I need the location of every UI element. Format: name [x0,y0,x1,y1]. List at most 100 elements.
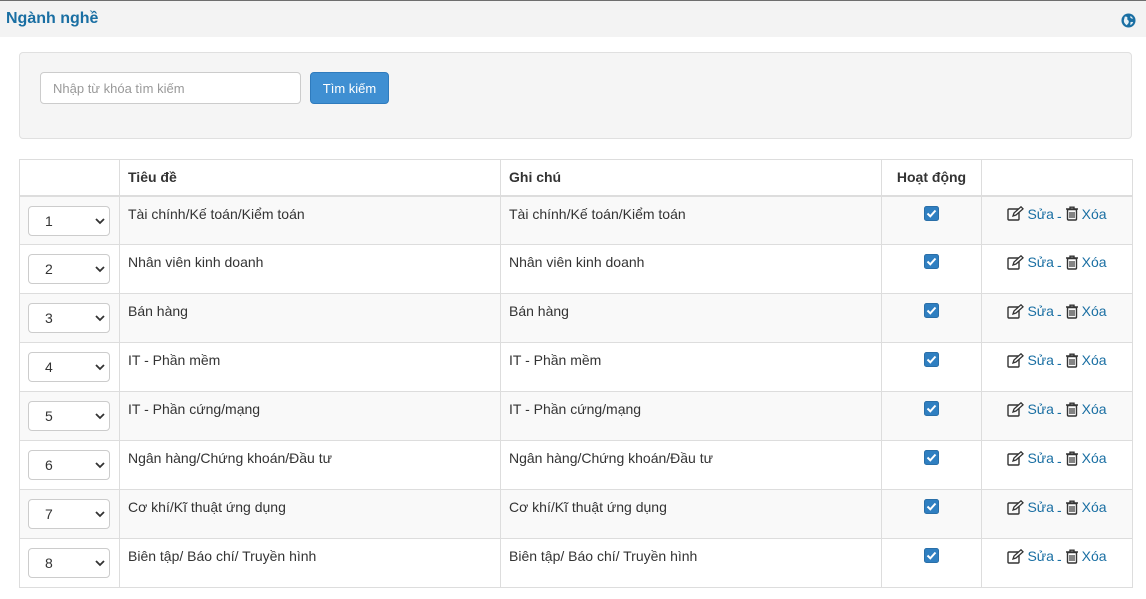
table-header-row: Tiêu đề Ghi chú Hoạt động [19,159,1133,197]
table-row: 3 Bán hàng Bán hàng Sửa - Xóa [19,293,1133,343]
edit-button[interactable]: Sửa [1007,401,1054,417]
delete-button[interactable]: Xóa [1065,401,1107,417]
column-header-note: Ghi chú [500,159,882,197]
trash-icon [1065,255,1078,270]
chevron-down-icon [95,364,105,371]
delete-button[interactable]: Xóa [1065,352,1107,368]
order-select[interactable]: 1 [28,205,110,236]
actions-cell: Sửa - Xóa [981,391,1133,441]
note-cell: Cơ khí/Kĩ thuật ứng dụng [500,489,882,539]
checkbox-checked-icon[interactable] [924,450,939,465]
order-select[interactable]: 6 [28,450,110,480]
order-cell: 4 [19,342,120,392]
order-select[interactable]: 4 [28,352,110,382]
delete-label: Xóa [1081,401,1107,417]
order-value: 2 [45,261,53,277]
active-cell [881,538,982,588]
edit-icon [1007,254,1025,270]
delete-button[interactable]: Xóa [1065,450,1107,466]
globe-icon[interactable] [1121,13,1136,28]
table-row: 4 IT - Phần mềm IT - Phần mềm Sửa - Xóa [19,342,1133,392]
edit-button[interactable]: Sửa [1007,548,1054,564]
edit-button[interactable]: Sửa [1007,303,1054,319]
delete-button[interactable]: Xóa [1065,499,1107,515]
checkbox-checked-icon[interactable] [924,205,939,221]
edit-button[interactable]: Sửa [1007,254,1054,270]
search-button[interactable]: Tìm kiếm [310,72,389,104]
edit-icon [1007,352,1025,368]
order-cell: 6 [19,440,120,490]
order-cell: 1 [19,195,120,245]
note-cell: IT - Phần cứng/mạng [500,391,882,441]
actions-cell: Sửa - Xóa [981,538,1133,588]
title-cell: Tài chính/Kế toán/Kiểm toán [119,195,501,245]
order-select[interactable]: 5 [28,401,110,431]
chevron-down-icon [95,217,105,224]
order-select[interactable]: 7 [28,499,110,529]
order-select[interactable]: 8 [28,548,110,578]
delete-label: Xóa [1081,254,1107,270]
checkbox-checked-icon[interactable] [924,548,939,563]
table-row: 7 Cơ khí/Kĩ thuật ứng dụng Cơ khí/Kĩ thuật… [19,489,1133,539]
delete-button[interactable]: Xóa [1065,206,1107,222]
active-cell [881,244,982,294]
search-input[interactable] [40,72,301,104]
chevron-down-icon [95,413,105,420]
actions-cell: Sửa - Xóa [981,293,1133,343]
active-cell [881,489,982,539]
delete-label: Xóa [1081,352,1107,368]
edit-button[interactable]: Sửa [1007,352,1054,368]
trash-icon [1065,353,1078,368]
action-separator: - [1056,550,1062,567]
order-cell: 3 [19,293,120,343]
delete-label: Xóa [1081,499,1107,515]
note-cell: Biên tập/ Báo chí/ Truyền hình [500,538,882,588]
edit-icon [1007,401,1025,417]
order-value: 6 [45,457,53,473]
checkbox-checked-icon[interactable] [924,499,939,514]
actions-cell: Sửa - Xóa [981,440,1133,490]
edit-label: Sửa [1027,303,1054,319]
search-panel: Tìm kiếm [19,52,1132,139]
checkbox-checked-icon[interactable] [924,352,939,367]
trash-icon [1065,549,1078,564]
trash-icon [1065,402,1078,417]
note-cell: Bán hàng [500,293,882,343]
delete-button[interactable]: Xóa [1065,254,1107,270]
checkbox-checked-icon[interactable] [924,401,939,416]
edit-button[interactable]: Sửa [1007,206,1054,222]
edit-button[interactable]: Sửa [1007,499,1054,515]
edit-label: Sửa [1027,450,1054,466]
active-cell [881,195,982,245]
order-value: 5 [45,408,53,424]
chevron-down-icon [95,560,105,567]
active-cell [881,391,982,441]
order-select[interactable]: 2 [28,254,110,284]
edit-icon [1007,548,1025,564]
table-row: 2 Nhân viên kinh doanh Nhân viên kinh doan… [19,244,1133,294]
column-header-order [19,159,120,197]
delete-label: Xóa [1081,548,1107,564]
checkbox-checked-icon[interactable] [924,254,939,269]
edit-icon [1007,303,1025,319]
delete-label: Xóa [1081,205,1107,222]
note-cell: Nhân viên kinh doanh [500,244,882,294]
order-value: 7 [45,506,53,522]
edit-label: Sửa [1027,352,1054,368]
table-row: 5 IT - Phần cứng/mạng IT - Phần cứng/mạng S… [19,391,1133,441]
note-cell: Ngân hàng/Chứng khoán/Đầu tư [500,440,882,490]
actions-cell: Sửa - Xóa [981,195,1133,245]
action-separator: - [1056,403,1062,420]
active-cell [881,293,982,343]
actions-cell: Sửa - Xóa [981,244,1133,294]
delete-button[interactable]: Xóa [1065,548,1107,564]
active-cell [881,342,982,392]
delete-button[interactable]: Xóa [1065,303,1107,319]
order-select[interactable]: 3 [28,303,110,333]
edit-button[interactable]: Sửa [1007,450,1054,466]
action-separator: - [1056,501,1062,518]
edit-icon [1007,499,1025,515]
column-header-title: Tiêu đề [119,159,501,197]
checkbox-checked-icon[interactable] [924,303,939,318]
order-value: 3 [45,310,53,326]
